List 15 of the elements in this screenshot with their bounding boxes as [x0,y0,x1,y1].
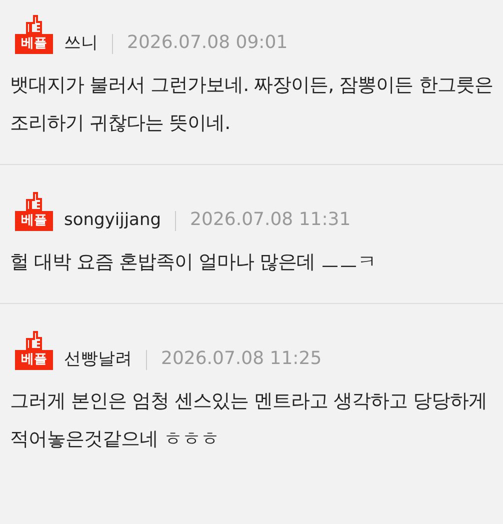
best-reply-badge: 베플 [15,350,53,370]
author-name: 쓰니 [64,32,98,54]
best-reply-badge: 베플 [15,211,53,231]
author-name: songyijjang [64,209,162,231]
thumbs-up-icon [26,191,42,211]
best-reply-badge: 베플 [15,34,53,54]
author-name: 선빵날려 [64,348,132,370]
comment-date: 2026.07.08 11:31 [190,209,351,231]
thumbs-up-icon [26,330,42,350]
comment-date: 2026.07.08 11:25 [161,348,322,370]
thumbs-up-icon [26,14,42,34]
comment-text: 그러게 본인은 엄청 센스있는 멘트라고 생각하고 당당하게 적어놓은것같으네 ㅎㅎㅎ [10,389,488,452]
comment-date: 2026.07.08 09:01 [127,32,288,54]
comment-text: 헐 대박 요즘 혼밥족이 얼마나 많은데 ㅡㅡㅋ [10,250,378,275]
comment-text: 뱃대지가 불러서 그런가보네. 짜장이든, 잠뽕이든 한그릇은 조리하기 귀찮다는 뜻이네. [10,73,494,136]
